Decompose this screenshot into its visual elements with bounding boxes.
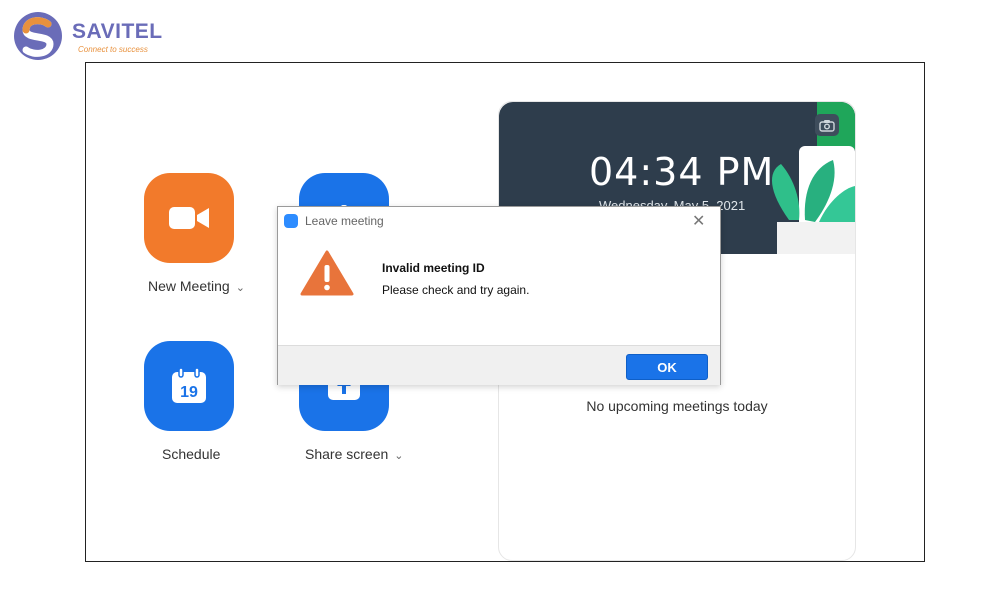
chevron-down-icon[interactable]: ⌄: [236, 282, 245, 294]
no-meetings-text: No upcoming meetings today: [586, 398, 768, 414]
new-meeting-button[interactable]: [144, 173, 234, 263]
brand-tagline: Connect to success: [78, 45, 148, 54]
chevron-down-icon[interactable]: ⌄: [394, 450, 403, 462]
error-dialog: Leave meeting ✕ Invalid meeting ID Pleas…: [277, 206, 721, 385]
savitel-logo-icon: [14, 12, 62, 60]
dialog-title: Leave meeting: [305, 214, 384, 228]
zoom-app-icon: [284, 214, 298, 228]
video-camera-icon: [169, 207, 209, 229]
new-meeting-label[interactable]: New Meeting ⌄: [148, 278, 245, 294]
camera-icon: [819, 119, 835, 132]
warning-triangle-icon: [300, 250, 354, 296]
clock-time: 04:34 PM: [589, 150, 775, 194]
ok-button[interactable]: OK: [626, 354, 708, 380]
calendar-icon: 19: [172, 367, 206, 403]
calendar-day: 19: [180, 384, 198, 401]
dialog-footer: OK: [278, 345, 720, 385]
close-icon[interactable]: ✕: [692, 211, 705, 230]
schedule-label[interactable]: Schedule: [162, 446, 220, 462]
schedule-button[interactable]: 19: [144, 341, 234, 431]
dialog-message: Please check and try again.: [382, 283, 530, 297]
share-screen-label[interactable]: Share screen ⌄: [305, 446, 404, 462]
dialog-heading: Invalid meeting ID: [382, 261, 485, 275]
zoom-home-window: New Meeting⌄ 19 Schedule Share screen⌄: [85, 62, 925, 562]
brand-name: SAVITEL: [72, 20, 163, 43]
dialog-titlebar[interactable]: Leave meeting ✕: [278, 207, 720, 235]
change-background-button[interactable]: [815, 114, 839, 136]
brand-logo: SAVITEL Connect to success: [12, 10, 172, 62]
